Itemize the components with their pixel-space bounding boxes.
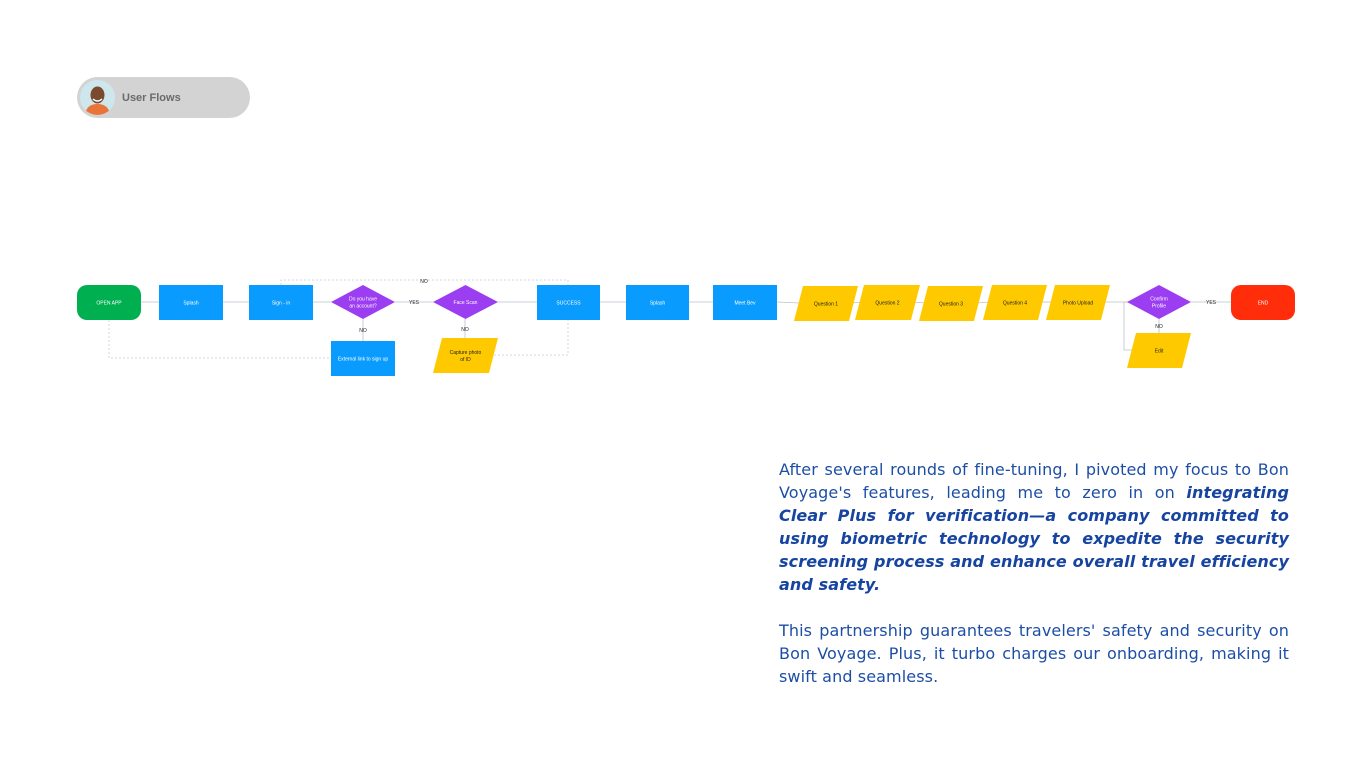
flow-node-success-label: SUCCESS [556, 301, 581, 307]
flow-node-splash-label-line: Splash [183, 301, 199, 307]
flow-node-external-label: External link to sign up [338, 357, 389, 363]
edge-label-yes-account: YES [409, 300, 420, 306]
edge-label-no-top: NO [420, 279, 428, 285]
flow-node-meetbev: Meet Bev [713, 285, 777, 320]
description-paragraph-2: This partnership guarantees travelers' s… [779, 621, 1289, 686]
flow-node-q1: Question 1 [794, 286, 858, 321]
flow-node-success: SUCCESS [537, 285, 600, 320]
flow-node-q1-label-line: Question 1 [814, 302, 838, 308]
flow-node-edit: Edit [1127, 333, 1191, 368]
flow-node-q3-label: Question 3 [939, 302, 963, 308]
flow-node-external: External link to sign up [331, 341, 395, 376]
edge-label-yes-confirm: YES [1206, 300, 1217, 306]
flow-node-account: Do you have an account? [331, 285, 395, 319]
description-paragraph-1: After several rounds of fine-tuning, I p… [779, 458, 1289, 596]
flow-node-account-label: Do you have an account? [349, 297, 377, 310]
flow-node-capture-label-line: Capture photo [450, 350, 482, 356]
flow-node-splash2-label: Splash [650, 301, 666, 307]
flow-node-splash: Splash [159, 285, 223, 320]
edge-label-no-account: NO [359, 328, 367, 334]
flow-node-splash2-label-line: Splash [650, 301, 666, 307]
flow-node-open-label-line: OPEN APP [96, 301, 122, 307]
flow-node-photo-label-line: Photo Upload [1063, 301, 1094, 307]
edge-label-no-face: NO [461, 327, 469, 333]
flow-node-edit-label: Edit [1155, 349, 1164, 355]
flow-node-q2: Question 2 [855, 285, 920, 320]
flow-node-confirm-label-line: Profile [1152, 304, 1166, 310]
flow-node-capture-label-line: of ID [460, 357, 471, 363]
flow-node-meetbev-label-line: Meet Bev [734, 301, 756, 307]
flow-node-facescan-label: Face Scan [454, 300, 478, 306]
flow-node-success-label-line: SUCCESS [556, 301, 581, 307]
flow-node-splash-label: Splash [183, 301, 199, 307]
flow-node-account-label-line: Do you have [349, 297, 377, 303]
flow-node-meetbev-label: Meet Bev [734, 301, 756, 307]
edge-label-no-confirm: NO [1155, 324, 1163, 330]
flow-node-end-label-line: END [1258, 301, 1269, 307]
flow-node-q3: Question 3 [919, 286, 983, 321]
flow-node-end-label: END [1258, 301, 1269, 307]
flow-node-capture: Capture photo of ID [433, 338, 498, 373]
flow-node-photo: Photo Upload [1046, 285, 1110, 320]
flow-node-confirm: Confirm Profile [1127, 285, 1191, 319]
flow-node-splash2: Splash [626, 285, 689, 320]
flow-node-q4-label-line: Question 4 [1003, 301, 1027, 307]
flow-node-signin-label-line: Sign - in [272, 301, 291, 307]
flow-node-q4-label: Question 4 [1003, 301, 1027, 307]
flow-node-q3-label-line: Question 3 [939, 302, 963, 308]
flow-node-end: END [1231, 285, 1295, 320]
flow-node-q1-label: Question 1 [814, 302, 838, 308]
flow-node-edit-label-line: Edit [1155, 349, 1164, 355]
flow-node-signin-label: Sign - in [272, 301, 291, 307]
flow-node-confirm-label-line: Confirm [1150, 297, 1168, 303]
flow-node-account-label-line: an account? [349, 304, 376, 310]
flow-node-facescan: Face Scan [433, 285, 498, 319]
flow-node-external-label-line: External link to sign up [338, 357, 389, 363]
flow-node-q2-label-line: Question 2 [875, 301, 899, 307]
flow-node-facescan-label-line: Face Scan [454, 300, 478, 306]
flow-node-open-label: OPEN APP [96, 301, 122, 307]
flow-node-q2-label: Question 2 [875, 301, 899, 307]
flow-node-photo-label: Photo Upload [1063, 301, 1094, 307]
flow-node-open: OPEN APP [77, 285, 141, 320]
flow-node-q4: Question 4 [983, 285, 1047, 320]
flow-node-confirm-label: Confirm Profile [1150, 297, 1168, 310]
flow-node-signin: Sign - in [249, 285, 313, 320]
